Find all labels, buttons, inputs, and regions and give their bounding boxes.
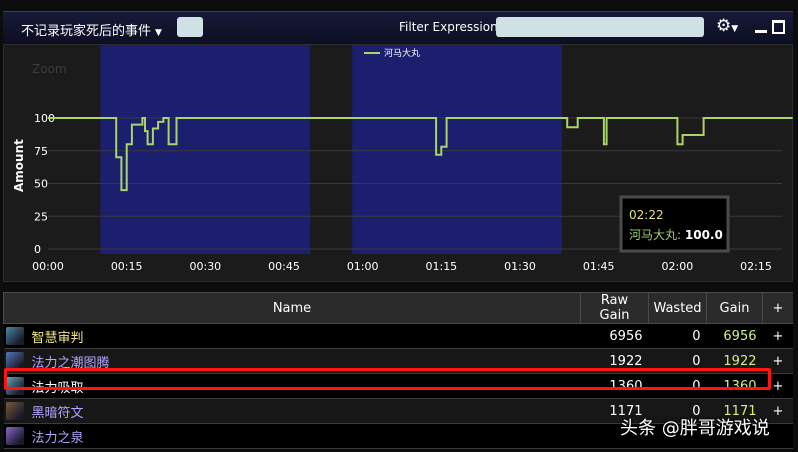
x-tick-label: 01:15 xyxy=(425,260,457,273)
dark-rune-icon xyxy=(5,402,24,420)
x-tick-label: 01:45 xyxy=(583,260,615,273)
tooltip-colon: : xyxy=(677,228,685,242)
spell-name-cell: 法力之泉 xyxy=(3,423,581,449)
table-header-row: Name Raw Gain Wasted Gain + xyxy=(3,292,793,324)
raw-gain-cell: 6956 xyxy=(580,323,649,349)
gain-cell: 6956 xyxy=(706,323,763,349)
table-row[interactable]: 智慧审判 6956 0 6956 + xyxy=(3,323,793,349)
add-button[interactable]: + xyxy=(762,323,793,349)
column-header-add[interactable]: + xyxy=(762,292,793,324)
tooltip-time: 02:22 xyxy=(629,208,664,222)
x-tick-label: 00:30 xyxy=(189,260,221,273)
event-filter-dropdown[interactable]: 不记录玩家死后的事件 ▼ xyxy=(21,20,162,39)
spell-name[interactable]: 法力之泉 xyxy=(32,431,84,446)
x-tick-label: 02:15 xyxy=(740,260,772,273)
chart-tooltip: 02:22 河马大丸: 100.0 xyxy=(619,195,730,253)
settings-menu[interactable]: ⚙▼ xyxy=(716,16,738,36)
column-header-wasted[interactable]: Wasted xyxy=(648,292,707,324)
spell-name[interactable]: 智慧审判 xyxy=(32,331,84,346)
spell-name-cell: 智慧审判 xyxy=(3,323,581,349)
x-tick-label: 01:00 xyxy=(347,260,379,273)
legend-label: 河马大丸 xyxy=(384,47,420,59)
y-tick-label: 0 xyxy=(34,243,41,256)
x-tick-label: 02:00 xyxy=(662,260,694,273)
chevron-down-icon: ▼ xyxy=(731,24,739,34)
x-tick-label: 00:15 xyxy=(111,260,143,273)
selection-region xyxy=(352,45,562,254)
wasted-cell: 0 xyxy=(648,323,707,349)
highlight-box xyxy=(4,368,771,390)
x-tick-label: 00:00 xyxy=(32,260,64,273)
filter-expression-label: Filter Expression: xyxy=(399,20,502,34)
tooltip-value: 100.0 xyxy=(685,228,723,242)
judgement-of-wisdom-icon xyxy=(5,327,24,345)
y-tick-label: 50 xyxy=(34,178,48,191)
filter-expression-input[interactable] xyxy=(496,17,704,37)
zoom-label: Zoom xyxy=(32,62,67,76)
x-tick-label: 00:45 xyxy=(268,260,300,273)
column-header-raw-gain[interactable]: Raw Gain xyxy=(580,292,649,324)
tooltip-series-name: 河马大丸 xyxy=(629,228,677,242)
resource-chart-panel: Zoom 0 25 50 75 100 Amount 00:00 00:15 00:30 00:45… xyxy=(3,44,793,282)
event-filter-dropdown-label: 不记录玩家死后的事件 xyxy=(21,24,152,39)
minimize-button[interactable] xyxy=(755,30,767,33)
tooltip-line: 河马大丸: 100.0 xyxy=(629,228,723,242)
tooltip-box xyxy=(619,195,730,253)
selection-region xyxy=(100,45,311,254)
gear-icon: ⚙ xyxy=(716,16,732,36)
maximize-button[interactable] xyxy=(772,20,785,34)
top-toolbar: 不记录玩家死后的事件 ▼ Filter Expression: ⚙▼ xyxy=(3,11,793,44)
watermark: 头条 @胖哥游戏说 xyxy=(620,418,770,439)
chevron-down-icon: ▼ xyxy=(155,28,162,38)
column-header-name[interactable]: Name xyxy=(3,292,581,324)
spell-name-cell: 黑暗符文 xyxy=(3,398,581,424)
toggle-box[interactable] xyxy=(177,17,203,37)
column-header-gain[interactable]: Gain xyxy=(706,292,763,324)
resource-line-chart[interactable]: Zoom0255075100Amount00:00 00:15 00:30 00:45… xyxy=(4,45,794,283)
y-tick-label: 25 xyxy=(34,210,48,223)
x-tick-label: 01:30 xyxy=(504,260,536,273)
y-axis-label: Amount xyxy=(12,139,26,192)
spell-name[interactable]: 黑暗符文 xyxy=(32,406,84,421)
y-tick-label: 75 xyxy=(34,145,48,158)
mana-spring-icon xyxy=(5,427,24,445)
